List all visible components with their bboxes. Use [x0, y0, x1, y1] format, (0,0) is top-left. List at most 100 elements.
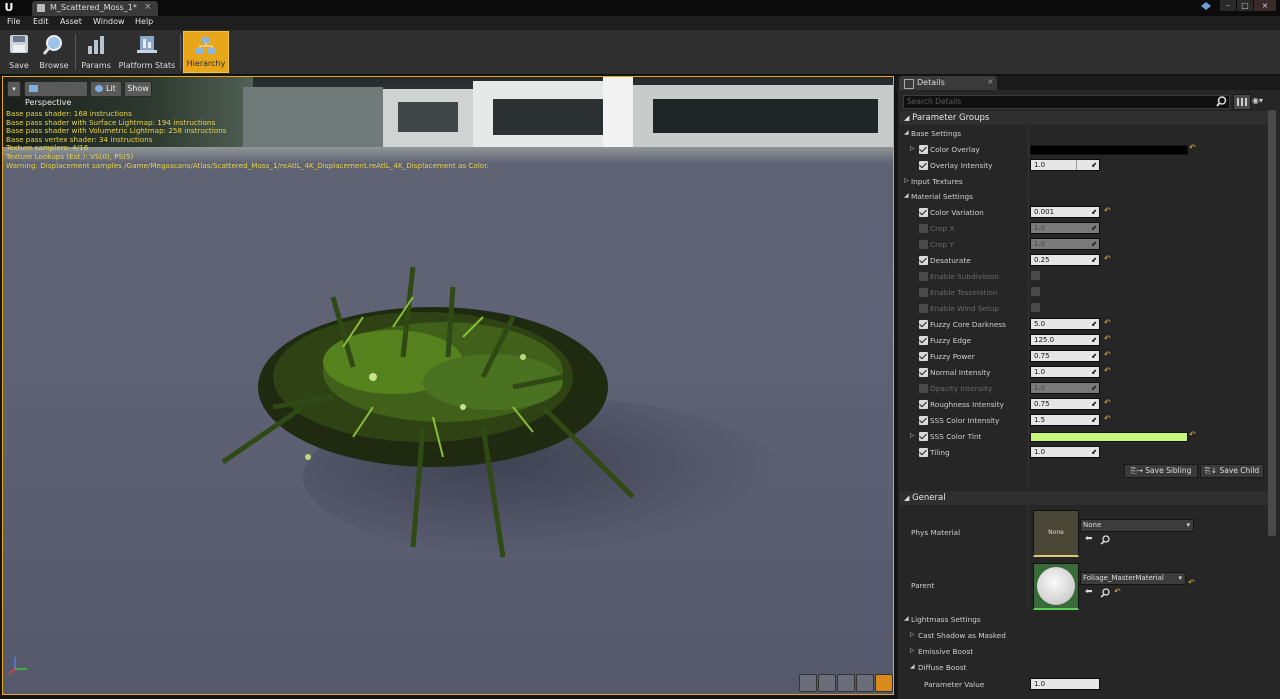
tab-close-icon[interactable]: × — [987, 77, 994, 86]
lightmass-settings-group[interactable]: Lightmass Settings — [911, 615, 981, 624]
fuzzy-edge-checkbox[interactable] — [919, 336, 928, 345]
parent-dropdown[interactable]: Foliage_MasterMaterial ▾ — [1080, 572, 1186, 585]
reset-to-default-icon[interactable]: ↶ — [1114, 587, 1121, 596]
diffuse-boost-group[interactable]: Diffuse Boost — [918, 663, 967, 672]
spin-arrows-icon[interactable]: ⬋ — [1091, 399, 1097, 409]
menu-edit[interactable]: Edit — [33, 17, 49, 26]
crop-y-checkbox[interactable] — [919, 240, 928, 249]
tab-close-icon[interactable]: × — [144, 2, 152, 12]
cast-shadow-masked-group[interactable]: Cast Shadow as Masked — [918, 631, 1006, 640]
sss-color-tint-swatch[interactable] — [1030, 432, 1188, 442]
parent-material-thumbnail[interactable] — [1033, 563, 1079, 610]
unreal-logo-icon[interactable]: U — [2, 1, 16, 15]
details-tab[interactable]: Details × — [899, 76, 997, 90]
tiling-checkbox[interactable] — [919, 448, 928, 457]
phys-material-thumbnail[interactable]: None — [1033, 510, 1079, 557]
general-header[interactable]: ◢ General — [900, 491, 1268, 505]
browse-button[interactable]: Browse — [37, 30, 71, 74]
search-icon[interactable] — [1216, 96, 1227, 107]
collapse-arrow-icon[interactable]: ◢ — [904, 615, 909, 622]
document-tab[interactable]: M_Scattered_Moss_1* × — [32, 1, 158, 16]
fuzzy-core-darkness-field[interactable]: 5.0 ⬋ — [1030, 318, 1100, 330]
show-button[interactable]: Show — [124, 81, 152, 97]
minimize-button[interactable]: – — [1220, 0, 1236, 11]
spin-arrows-icon[interactable]: ⬋ — [1091, 335, 1097, 345]
menu-file[interactable]: File — [7, 17, 20, 26]
close-window-button[interactable]: × — [1254, 0, 1276, 11]
browse-search-icon[interactable] — [1100, 535, 1110, 545]
desaturate-field[interactable]: 0.25 ⬋ — [1030, 254, 1100, 266]
enable-wind-setup-checkbox[interactable] — [919, 304, 928, 313]
reset-to-default-icon[interactable]: ↶ — [1104, 318, 1111, 327]
property-matrix-button[interactable] — [1233, 94, 1251, 110]
collapse-arrow-icon[interactable]: ◢ — [910, 663, 915, 670]
fuzzy-power-field[interactable]: 0.75 ⬋ — [1030, 350, 1100, 362]
viewport-options-dropdown[interactable]: ▾ — [7, 81, 21, 97]
reset-to-default-icon[interactable]: ↶ — [1104, 366, 1111, 375]
spin-arrows-icon[interactable]: ⬋ — [1091, 367, 1097, 377]
color-variation-checkbox[interactable] — [919, 208, 928, 217]
column-splitter[interactable] — [1028, 126, 1029, 488]
browse-search-icon[interactable] — [1100, 588, 1110, 598]
menu-window[interactable]: Window — [93, 17, 125, 26]
input-textures-group[interactable]: Input Textures — [911, 177, 963, 186]
preview-plane-icon[interactable] — [837, 674, 855, 692]
reset-to-default-icon[interactable]: ↶ — [1189, 430, 1196, 439]
viewport[interactable]: ▾ Perspective Lit Show Base pass shader:… — [2, 76, 894, 695]
desaturate-checkbox[interactable] — [919, 256, 928, 265]
use-selected-arrow-icon[interactable]: ⬅ — [1085, 534, 1093, 544]
save-child-button[interactable]: ⎘↓ Save Child — [1200, 464, 1264, 478]
preview-cube-icon[interactable] — [856, 674, 874, 692]
column-splitter[interactable] — [1028, 506, 1029, 608]
reset-to-default-icon[interactable]: ↶ — [1104, 398, 1111, 407]
sss-color-intensity-checkbox[interactable] — [919, 416, 928, 425]
enable-tesselation-checkbox[interactable] — [919, 288, 928, 297]
color-variation-field[interactable]: 0.001 ⬋ — [1030, 206, 1100, 218]
spin-arrows-icon[interactable]: ⬋ — [1091, 255, 1097, 265]
spin-arrows-icon[interactable]: ⬋ — [1091, 415, 1097, 425]
sss-color-intensity-field[interactable]: 1.5 ⬋ — [1030, 414, 1100, 426]
tiling-field[interactable]: 1.0 ⬋ — [1030, 446, 1100, 458]
parameter-groups-header[interactable]: ◢ Parameter Groups — [900, 111, 1268, 125]
base-settings-group[interactable]: Base Settings — [911, 129, 961, 138]
fuzzy-power-checkbox[interactable] — [919, 352, 928, 361]
reset-to-default-icon[interactable]: ↶ — [1104, 254, 1111, 263]
normal-intensity-field[interactable]: 1.0 ⬋ — [1030, 366, 1100, 378]
overlay-intensity-field[interactable]: 1.0 ⬋ — [1030, 159, 1100, 171]
fuzzy-edge-field[interactable]: 125.0 ⬋ — [1030, 334, 1100, 346]
preview-mesh-icon[interactable] — [875, 674, 893, 692]
expand-arrow-icon[interactable]: ▷ — [910, 647, 915, 654]
overlay-intensity-checkbox[interactable] — [919, 161, 928, 170]
spin-arrows-icon[interactable]: ⬋ — [1091, 207, 1097, 217]
platform-stats-button[interactable]: Platform Stats — [117, 30, 177, 74]
reset-to-default-icon[interactable]: ↶ — [1104, 206, 1111, 215]
opacity-intensity-checkbox[interactable] — [919, 384, 928, 393]
collapse-arrow-icon[interactable]: ◢ — [904, 192, 909, 199]
preview-sphere-icon[interactable] — [818, 674, 836, 692]
color-overlay-checkbox[interactable] — [919, 145, 928, 154]
normal-intensity-checkbox[interactable] — [919, 368, 928, 377]
lit-button[interactable]: Lit — [90, 81, 122, 97]
menu-asset[interactable]: Asset — [60, 17, 82, 26]
spin-arrows-icon[interactable]: ⬋ — [1091, 160, 1097, 170]
hierarchy-button[interactable]: Hierarchy — [183, 31, 229, 73]
spin-arrows-icon[interactable]: ⬋ — [1091, 447, 1097, 457]
expand-arrow-icon[interactable]: ▷ — [904, 177, 909, 184]
preview-cylinder-icon[interactable] — [799, 674, 817, 692]
emissive-boost-group[interactable]: Emissive Boost — [918, 647, 973, 656]
reset-to-default-icon[interactable]: ↶ — [1104, 350, 1111, 359]
menu-help[interactable]: Help — [135, 17, 153, 26]
perspective-button[interactable]: Perspective — [24, 81, 88, 107]
details-scrollbar[interactable] — [1268, 110, 1276, 536]
sss-color-tint-checkbox[interactable] — [919, 432, 928, 441]
parameter-value-field[interactable]: 1.0 — [1030, 678, 1100, 690]
reset-to-default-icon[interactable]: ↶ — [1189, 143, 1196, 152]
expand-arrow-icon[interactable]: ▷ — [910, 145, 915, 152]
reset-to-default-icon[interactable]: ↶ — [1104, 414, 1111, 423]
roughness-intensity-field[interactable]: 0.75 ⬋ — [1030, 398, 1100, 410]
save-button[interactable]: Save — [4, 30, 34, 74]
color-overlay-swatch[interactable] — [1030, 145, 1188, 155]
enable-subdivision-checkbox[interactable] — [919, 272, 928, 281]
fuzzy-core-darkness-checkbox[interactable] — [919, 320, 928, 329]
reset-to-default-icon[interactable]: ↶ — [1104, 334, 1111, 343]
